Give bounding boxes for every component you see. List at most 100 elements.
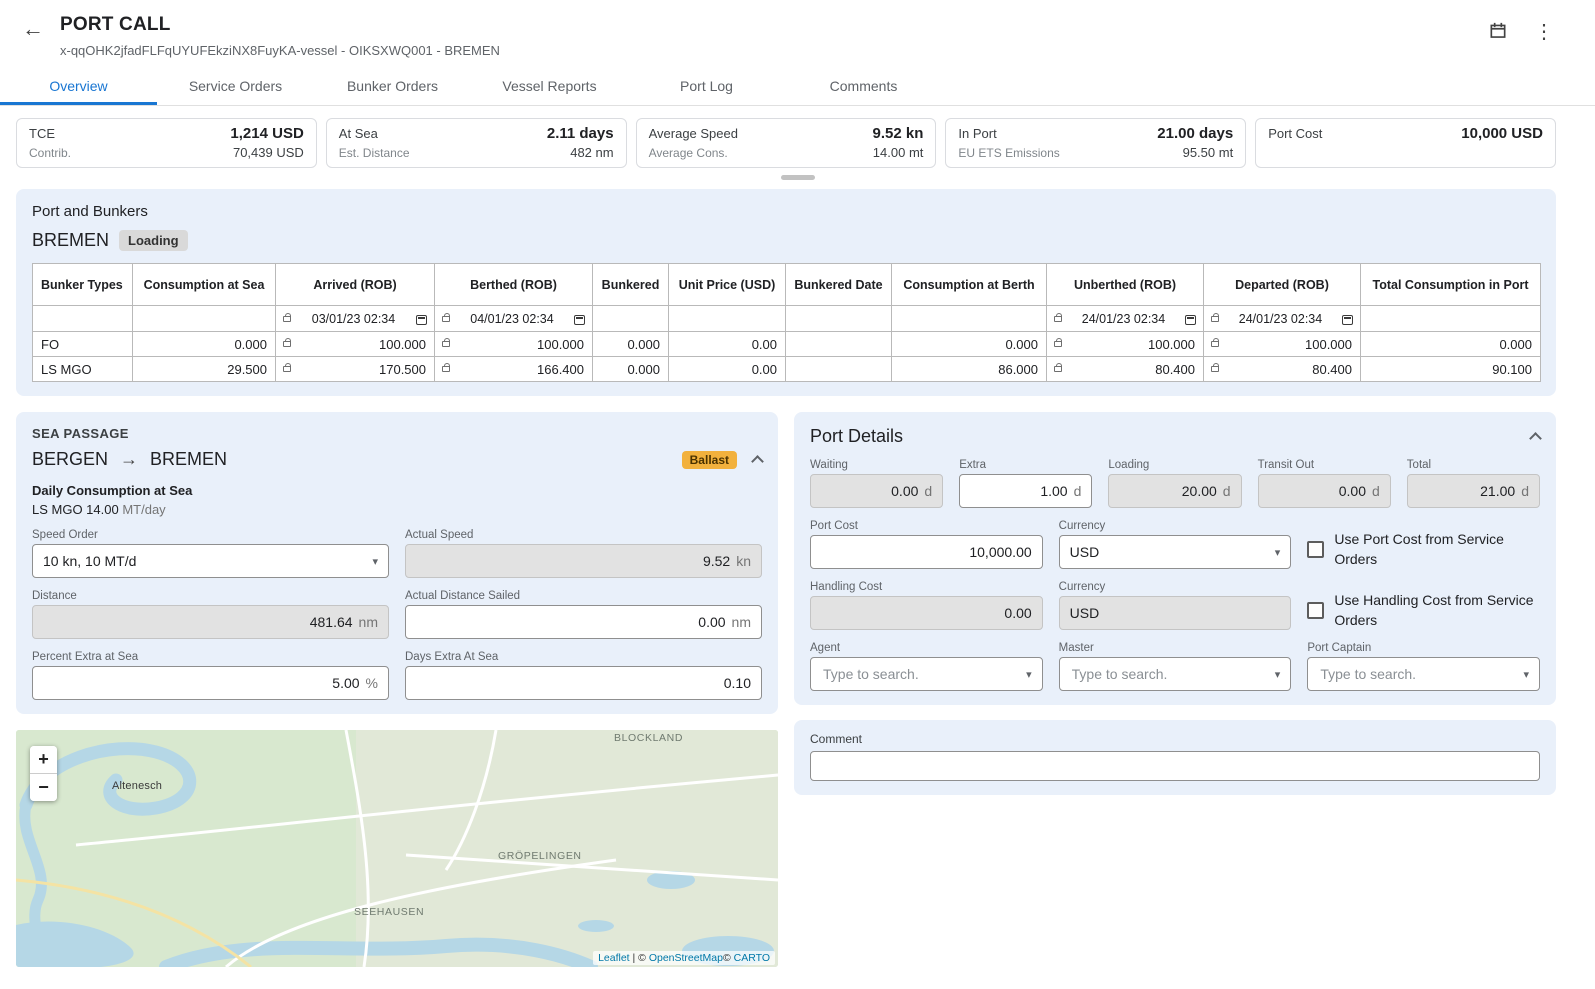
cell-value: 100.000 — [1305, 337, 1352, 352]
cell-consumption-at-berth[interactable]: 0.000 — [892, 332, 1047, 357]
cell-consumption-at-sea[interactable]: 0.000 — [133, 332, 276, 357]
extra-field[interactable]: 1.00d — [959, 474, 1092, 508]
kpi-value: 10,000 USD — [1461, 125, 1543, 142]
cell-unberthed-rob[interactable]: 80.400 — [1047, 357, 1204, 382]
calendar-icon[interactable] — [1486, 18, 1510, 45]
bunkers-table: Bunker Types Consumption at Sea Arrived … — [32, 263, 1541, 382]
osm-link[interactable]: OpenStreetMap — [649, 952, 723, 964]
actual-speed-label: Actual Speed — [405, 529, 762, 541]
kpi-sub-label: Est. Distance — [339, 146, 410, 160]
loading-label: Loading — [1108, 459, 1241, 471]
departed-date-cell[interactable]: 24/01/23 02:34 — [1204, 306, 1361, 332]
empty-cell — [669, 306, 786, 332]
days-extra-label: Days Extra At Sea — [405, 651, 762, 663]
attribution-text: | © — [630, 952, 649, 964]
port-captain-select[interactable]: ▾ — [1307, 657, 1540, 691]
port-and-bunkers-section: Port and Bunkers BREMEN Loading Bunker T… — [16, 189, 1556, 396]
kpi-label: Average Speed — [649, 126, 738, 141]
days-extra-field[interactable]: 0.10 — [405, 666, 762, 700]
arrived-date-cell[interactable]: 03/01/23 02:34 — [276, 306, 435, 332]
cell-berthed-rob[interactable]: 166.400 — [435, 357, 593, 382]
loading-field: 20.00d — [1108, 474, 1241, 508]
cell-departed-rob[interactable]: 80.400 — [1204, 357, 1361, 382]
cell-bunkered-date[interactable] — [786, 357, 892, 382]
resize-handle[interactable] — [781, 175, 815, 180]
use-handling-cost-checkbox[interactable] — [1307, 602, 1324, 619]
back-button[interactable]: ← — [16, 16, 50, 42]
more-options-icon[interactable]: ⋮ — [1532, 20, 1556, 44]
col-berthed-rob: Berthed (ROB) — [435, 264, 593, 306]
route-arrow-icon: → — [120, 449, 138, 470]
leaflet-link[interactable]: Leaflet — [598, 952, 630, 964]
empty-cell — [1361, 306, 1541, 332]
agent-select[interactable]: ▾ — [810, 657, 1043, 691]
cell-unberthed-rob[interactable]: 100.000 — [1047, 332, 1204, 357]
port-cost-currency-select[interactable]: USD▾ — [1059, 535, 1292, 569]
calendar-icon[interactable] — [416, 315, 427, 325]
percent-extra-field[interactable]: 5.00 % — [32, 666, 389, 700]
port-cost-field[interactable]: 10,000.00 — [810, 535, 1043, 569]
port-details-section: Port Details Waiting 0.00d Extra 1.00d L… — [794, 412, 1556, 705]
berthed-date-cell[interactable]: 04/01/23 02:34 — [435, 306, 593, 332]
lock-icon — [1211, 316, 1219, 322]
distance-label: Distance — [32, 590, 389, 602]
extra-value: 1.00 — [970, 483, 1067, 499]
comment-input[interactable] — [810, 751, 1540, 781]
port-cost-label: Port Cost — [810, 520, 1043, 532]
currency-label: Currency — [1059, 581, 1292, 593]
collapse-chevron-icon[interactable] — [1529, 432, 1542, 445]
kpi-label: TCE — [29, 126, 55, 141]
calendar-icon[interactable] — [1342, 315, 1353, 325]
tab-comments[interactable]: Comments — [785, 66, 942, 105]
lock-icon — [1211, 366, 1219, 372]
cell-value: 170.500 — [379, 362, 426, 377]
handling-cost-field: 0.00 — [810, 596, 1043, 630]
zoom-in-button[interactable]: + — [30, 746, 57, 773]
kpi-card-tce: TCE1,214 USD Contrib.70,439 USD — [16, 118, 317, 168]
cell-arrived-rob[interactable]: 170.500 — [276, 357, 435, 382]
actual-distance-field[interactable]: 0.00 nm — [405, 605, 762, 639]
table-row-ls-mgo: LS MGO 29.500 170.500 166.400 0.000 0.00… — [33, 357, 1541, 382]
zoom-out-button[interactable]: − — [30, 774, 57, 801]
collapse-chevron-icon[interactable] — [751, 455, 764, 468]
master-input[interactable] — [1070, 665, 1269, 683]
map-label-gropelingen: GRÖPELINGEN — [498, 850, 582, 862]
cell-bunkered-date[interactable] — [786, 332, 892, 357]
cell-unit-price[interactable]: 0.00 — [669, 332, 786, 357]
cell-arrived-rob[interactable]: 100.000 — [276, 332, 435, 357]
cell-bunkered[interactable]: 0.000 — [593, 357, 669, 382]
cell-consumption-at-sea[interactable]: 29.500 — [133, 357, 276, 382]
actual-distance-unit: nm — [732, 614, 751, 630]
calendar-icon[interactable] — [1185, 315, 1196, 325]
lock-icon — [442, 341, 450, 347]
agent-input[interactable] — [821, 665, 1020, 683]
map-zoom-control: + − — [30, 746, 57, 801]
unberthed-date-cell[interactable]: 24/01/23 02:34 — [1047, 306, 1204, 332]
tab-overview[interactable]: Overview — [0, 66, 157, 105]
waiting-field: 0.00d — [810, 474, 943, 508]
daily-consumption-unit: MT/day — [122, 502, 165, 517]
tab-port-log[interactable]: Port Log — [628, 66, 785, 105]
cell-departed-rob[interactable]: 100.000 — [1204, 332, 1361, 357]
page-title: PORT CALL — [60, 14, 500, 36]
calendar-icon[interactable] — [574, 315, 585, 325]
port-captain-input[interactable] — [1318, 665, 1517, 683]
speed-order-select[interactable]: 10 kn, 10 MT/d ▾ — [32, 544, 389, 578]
use-port-cost-checkbox[interactable] — [1307, 541, 1324, 558]
cell-unit-price[interactable]: 0.00 — [669, 357, 786, 382]
cell-berthed-rob[interactable]: 100.000 — [435, 332, 593, 357]
tab-service-orders[interactable]: Service Orders — [157, 66, 314, 105]
kpi-card-in-port: In Port21.00 days EU ETS Emissions95.50 … — [945, 118, 1246, 168]
sea-passage-section: SEA PASSAGE BERGEN → BREMEN Ballast Dail… — [16, 412, 778, 714]
col-arrived-rob: Arrived (ROB) — [276, 264, 435, 306]
cell-consumption-at-berth[interactable]: 86.000 — [892, 357, 1047, 382]
handling-cost-value: 0.00 — [821, 605, 1032, 621]
cell-value: 166.400 — [537, 362, 584, 377]
master-select[interactable]: ▾ — [1059, 657, 1292, 691]
tab-vessel-reports[interactable]: Vessel Reports — [471, 66, 628, 105]
total-value: 21.00 — [1418, 483, 1515, 499]
tab-bunker-orders[interactable]: Bunker Orders — [314, 66, 471, 105]
map-canvas[interactable] — [16, 730, 778, 967]
cell-bunkered[interactable]: 0.000 — [593, 332, 669, 357]
carto-link[interactable]: CARTO — [734, 952, 770, 964]
